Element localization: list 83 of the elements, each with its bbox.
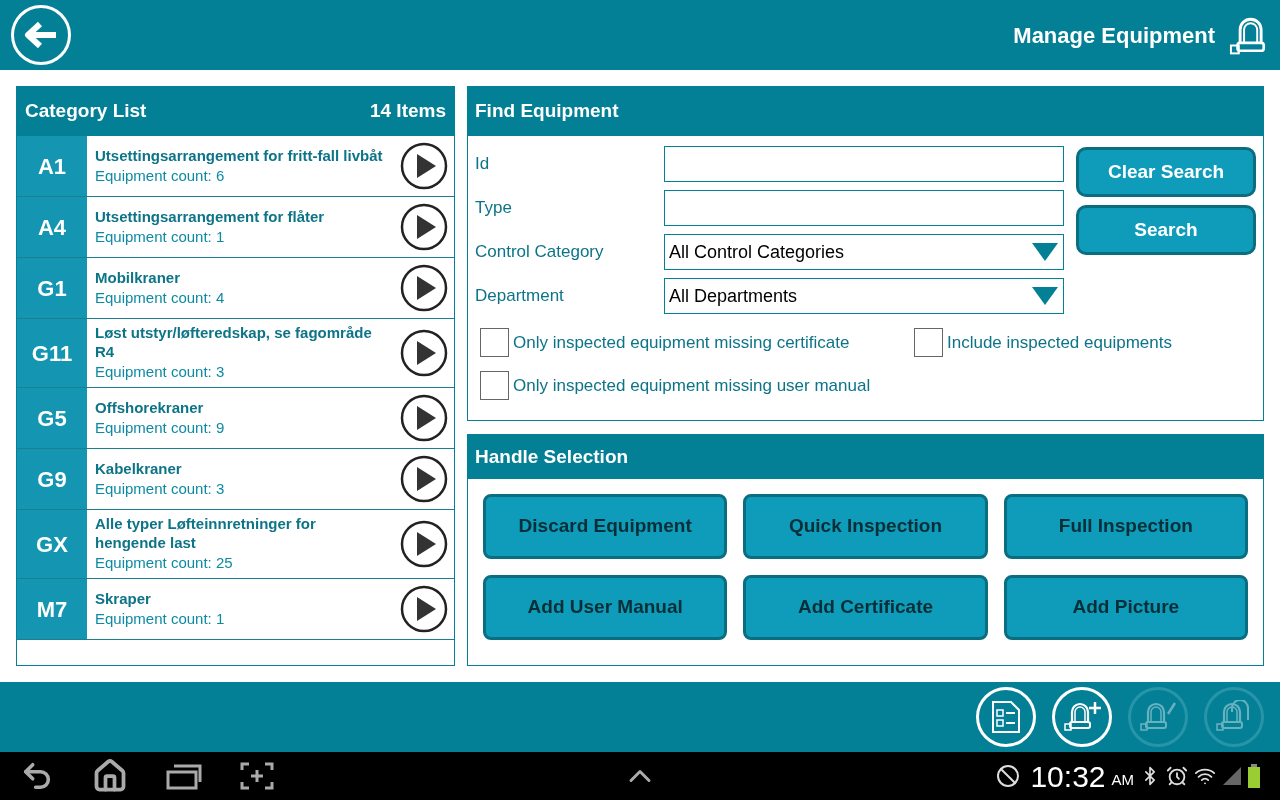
field-label: Control Category bbox=[475, 241, 605, 264]
category-code: G5 bbox=[17, 388, 87, 448]
category-name: Offshorekraner bbox=[95, 397, 205, 417]
screenshot-icon[interactable] bbox=[240, 762, 274, 790]
category-name: Mobilkraner bbox=[95, 267, 182, 287]
recent-apps-icon[interactable] bbox=[166, 762, 202, 790]
category-row[interactable]: G9 Kabelkraner Equipment count: 3 bbox=[17, 449, 454, 510]
back-arrow-icon bbox=[24, 21, 58, 49]
dropdown[interactable]: All Departments bbox=[664, 278, 1064, 314]
shackle-pencil-icon bbox=[1138, 700, 1178, 734]
category-row[interactable]: A4 Utsettingsarrangement for flåter Equipment count: 1 bbox=[17, 197, 454, 258]
action-button[interactable]: Add Picture bbox=[1003, 575, 1248, 640]
category-name: Utsettingsarrangement for flåter bbox=[95, 206, 326, 226]
category-name: Kabelkraner bbox=[95, 458, 183, 478]
category-row[interactable]: G11 Løst utstyr/løfteredskap, se fagområde R4 Equipment count: 3 bbox=[17, 319, 454, 388]
category-name: Alle typer Løfteinnretninger for hengende last bbox=[95, 514, 317, 552]
checkbox[interactable] bbox=[480, 328, 509, 357]
action-button[interactable]: Discard Equipment bbox=[483, 494, 728, 559]
category-code: A1 bbox=[17, 136, 87, 196]
play-icon[interactable] bbox=[400, 394, 448, 442]
equipment-count: Equipment count: 4 bbox=[95, 287, 226, 308]
category-code: A4 bbox=[17, 197, 87, 257]
play-icon[interactable] bbox=[400, 203, 448, 251]
equipment-count: Equipment count: 1 bbox=[95, 226, 226, 247]
action-button[interactable]: Add User Manual bbox=[483, 575, 728, 640]
category-row[interactable]: G1 Mobilkraner Equipment count: 4 bbox=[17, 258, 454, 319]
action-button[interactable]: Full Inspection bbox=[1003, 494, 1248, 559]
search-button[interactable]: Search bbox=[1076, 205, 1256, 255]
checkbox-label: Only inspected equipment missing certificate bbox=[513, 331, 850, 354]
panel-title: Find Equipment bbox=[475, 99, 619, 124]
category-name: Løst utstyr/løfteredskap, se fagområde R4 bbox=[95, 323, 373, 361]
checkbox-label: Include inspected equipments bbox=[947, 331, 1172, 354]
play-icon[interactable] bbox=[400, 455, 448, 503]
field-label: Type bbox=[475, 197, 513, 220]
equipment-count: Equipment count: 6 bbox=[95, 165, 226, 186]
battery-icon bbox=[1248, 764, 1260, 788]
equipment-count: Equipment count: 25 bbox=[95, 553, 234, 573]
play-icon[interactable] bbox=[400, 264, 448, 312]
checklist-icon bbox=[991, 700, 1021, 734]
dropdown-caret-icon bbox=[1031, 286, 1059, 306]
clock-period: AM bbox=[1111, 769, 1134, 790]
category-row[interactable]: G5 Offshorekraner Equipment count: 9 bbox=[17, 388, 454, 449]
dropdown[interactable]: All Control Categories bbox=[664, 234, 1064, 270]
category-name: Skraper bbox=[95, 588, 152, 608]
play-icon[interactable] bbox=[400, 520, 448, 568]
field-label: Id bbox=[475, 153, 491, 176]
blocked-icon bbox=[996, 764, 1021, 788]
signal-icon bbox=[1222, 766, 1242, 786]
dropdown-caret-icon bbox=[1031, 242, 1059, 262]
clock-time: 10:32 bbox=[1030, 758, 1106, 795]
equipment-count: Equipment count: 3 bbox=[95, 478, 226, 499]
shackle-plus-icon bbox=[1062, 700, 1102, 734]
category-code: M7 bbox=[17, 579, 87, 639]
back-button[interactable] bbox=[11, 5, 71, 65]
category-code: GX bbox=[17, 510, 87, 578]
play-icon[interactable] bbox=[400, 585, 448, 633]
panel-title: Category List bbox=[25, 99, 147, 124]
category-row[interactable]: A1 Utsettingsarrangement for fritt-fall livbåt Equipment count: 6 bbox=[17, 136, 454, 197]
play-icon[interactable] bbox=[400, 142, 448, 190]
play-icon[interactable] bbox=[400, 329, 448, 377]
category-row[interactable]: M7 Skraper Equipment count: 1 bbox=[17, 579, 454, 640]
category-row[interactable]: GX Alle typer Løfteinnretninger for hengende last Equipment count: 25 bbox=[17, 510, 454, 579]
checkbox[interactable] bbox=[480, 371, 509, 400]
category-name: Utsettingsarrangement for fritt-fall livbåt bbox=[95, 145, 384, 165]
input-field[interactable] bbox=[664, 146, 1064, 182]
action-button[interactable]: Add Certificate bbox=[743, 575, 988, 640]
item-count: 14 Items bbox=[369, 99, 446, 124]
input-field[interactable] bbox=[664, 190, 1064, 226]
category-code: G9 bbox=[17, 449, 87, 509]
field-label: Department bbox=[475, 285, 565, 308]
alarm-icon bbox=[1166, 765, 1188, 787]
equipment-count: Equipment count: 1 bbox=[95, 608, 226, 629]
checkbox-label: Only inspected equipment missing user manual bbox=[513, 374, 871, 397]
checkbox[interactable] bbox=[914, 328, 943, 357]
category-code: G11 bbox=[17, 319, 87, 387]
panel-title: Handle Selection bbox=[475, 444, 629, 469]
home-icon[interactable] bbox=[92, 758, 128, 794]
category-code: G1 bbox=[17, 258, 87, 318]
equipment-count: Equipment count: 3 bbox=[95, 362, 226, 382]
equipment-count: Equipment count: 9 bbox=[95, 417, 226, 438]
action-button[interactable]: Quick Inspection bbox=[743, 494, 988, 559]
search-button[interactable]: Clear Search bbox=[1076, 147, 1256, 197]
page-title: Manage Equipment bbox=[1013, 21, 1215, 50]
